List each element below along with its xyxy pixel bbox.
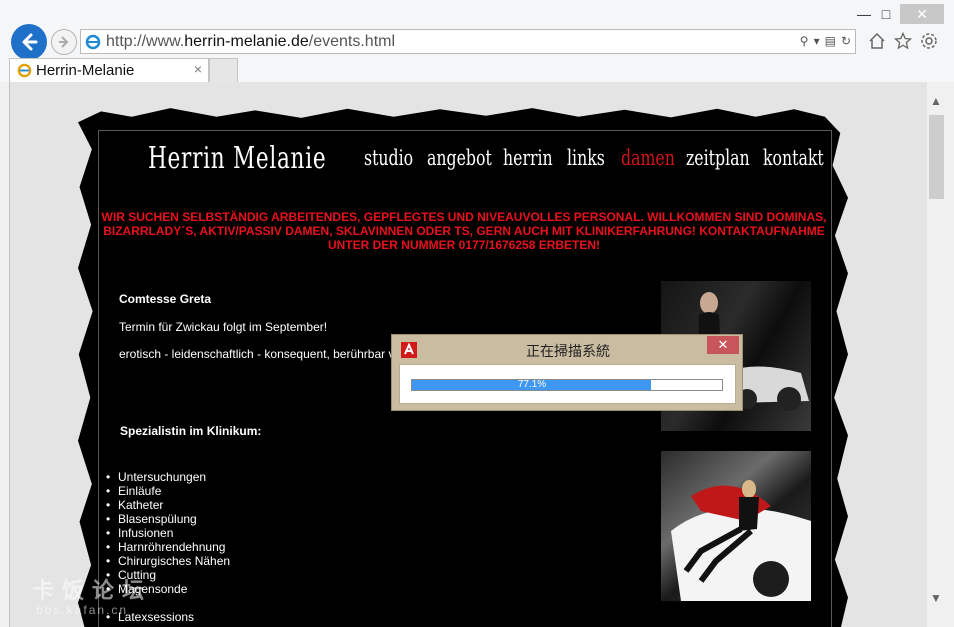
arrow-right-icon <box>59 36 69 48</box>
scroll-thumb[interactable] <box>929 115 944 199</box>
url-text: http://www.herrin-melanie.de/events.html <box>106 33 395 51</box>
nav-links[interactable]: links <box>567 146 605 170</box>
list-item: Chirurgisches Nähen <box>118 554 230 568</box>
refresh-icon[interactable]: ↻ <box>841 34 851 48</box>
profile-line-2: erotisch - leidenschaftlich - konsequent… <box>119 347 395 361</box>
list-item: Katheter <box>118 498 230 512</box>
profile-name: Comtesse Greta <box>119 292 212 306</box>
progress-label: 77.1% <box>517 379 547 390</box>
dropdown-icon[interactable]: ▾ <box>814 34 820 48</box>
announcement-line-2: BIZARRLADY´S, AKTIV/PASSIV DAMEN, SKLAVI… <box>103 224 825 238</box>
list-item: Blasenspülung <box>118 512 230 526</box>
tab-herrin-melanie[interactable]: Herrin-Melanie × <box>9 58 209 82</box>
nav-studio[interactable]: studio <box>364 146 413 170</box>
list-item: Untersuchungen <box>118 470 230 484</box>
url-domain: herrin-melanie.de <box>184 33 309 50</box>
address-bar[interactable]: http://www.herrin-melanie.de/events.html… <box>80 29 856 54</box>
gear-icon[interactable] <box>920 32 938 50</box>
favorites-star-icon[interactable] <box>894 32 912 50</box>
url-prefix: http://www. <box>106 33 185 50</box>
nav-angebot[interactable]: angebot <box>427 146 492 170</box>
list-item: Latexsessions <box>118 610 230 624</box>
search-icon[interactable]: ⚲ <box>800 34 809 48</box>
browser-chrome: — □ ✕ http://www.herrin-melanie.de/event… <box>0 0 954 82</box>
specialist-heading: Spezialistin im Klinikum: <box>120 424 262 438</box>
site-logo[interactable]: Herrin Melanie <box>148 141 326 176</box>
profile-photo-2 <box>661 451 811 601</box>
tab-title: Herrin-Melanie <box>36 62 135 79</box>
tab-close-icon[interactable]: × <box>194 61 202 77</box>
announcement-line-3: UNTER DER NUMMER 0177/1676258 ERBETEN! <box>327 238 601 252</box>
dialog-title: 正在掃描系統 <box>526 344 610 360</box>
list-item: Harnröhrendehnung <box>118 540 230 554</box>
arrow-left-icon <box>22 33 38 51</box>
vertical-scrollbar[interactable]: ▲ ▼ <box>927 82 946 627</box>
list-item: Infusionen <box>118 526 230 540</box>
ie-icon <box>85 34 101 50</box>
announcement-line-1: WIR SUCHEN SELBSTÄNDIG ARBEITENDES, GEPF… <box>101 210 827 224</box>
home-icon[interactable] <box>868 32 886 50</box>
profile-line-1: Termin für Zwickau folgt im September! <box>119 320 328 334</box>
scan-progress-bar: 77.1% <box>411 379 723 391</box>
nav-damen[interactable]: damen <box>621 146 675 170</box>
scroll-down-icon[interactable]: ▼ <box>930 591 942 605</box>
dialog-close-button[interactable]: ✕ <box>707 336 739 354</box>
dialog-body: 77.1% <box>399 364 736 404</box>
forward-button[interactable] <box>51 29 77 55</box>
watermark-url: bbs.kafan.cn <box>36 603 129 617</box>
new-tab-button[interactable] <box>209 58 238 82</box>
url-path: /events.html <box>308 33 396 50</box>
scroll-up-icon[interactable]: ▲ <box>930 94 942 108</box>
ie-tab-icon <box>17 63 32 78</box>
compat-view-icon[interactable]: ▤ <box>825 34 836 48</box>
recruitment-announcement: WIR SUCHEN SELBSTÄNDIG ARBEITENDES, GEPF… <box>98 210 830 252</box>
nav-herrin[interactable]: herrin <box>503 146 553 170</box>
nav-kontakt[interactable]: kontakt <box>763 146 824 170</box>
watermark-text: 卡饭论坛 <box>32 579 153 604</box>
back-button[interactable] <box>11 24 47 60</box>
scan-dialog: 正在掃描系統 ✕ 77.1% <box>391 334 743 411</box>
close-window-button[interactable]: ✕ <box>900 4 944 24</box>
maximize-button[interactable]: □ <box>870 4 902 24</box>
list-item: Einläufe <box>118 484 230 498</box>
nav-zeitplan[interactable]: zeitplan <box>686 146 750 170</box>
